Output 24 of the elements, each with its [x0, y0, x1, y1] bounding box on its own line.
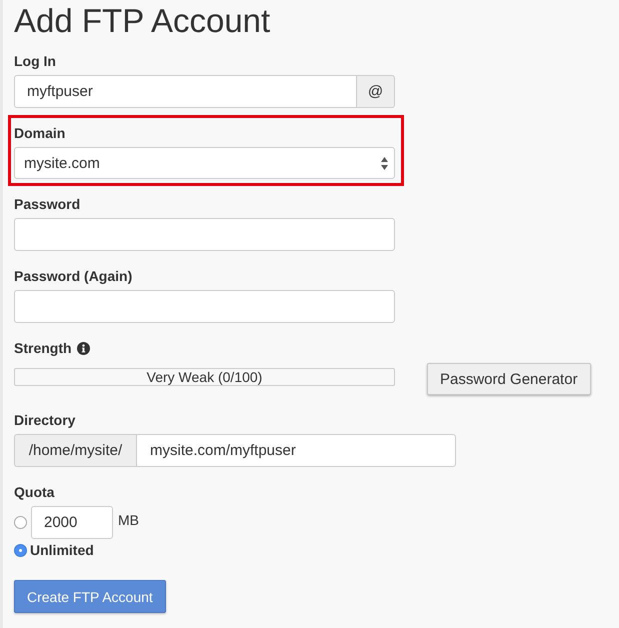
strength-text: Very Weak (0/100): [146, 369, 262, 385]
page-title: Add FTP Account: [14, 2, 270, 40]
at-addon: @: [357, 75, 395, 108]
info-icon[interactable]: [76, 342, 90, 354]
field-label: Domain: [14, 124, 66, 143]
unit-label: MB: [118, 512, 139, 528]
field-label: Password (Again): [14, 267, 132, 286]
password-generator-button[interactable]: Password Generator: [427, 363, 591, 395]
directory-prefix: /home/mysite/: [14, 434, 136, 467]
directory-field[interactable]: mysite.com/myftpuser: [136, 434, 456, 467]
unlimited-label[interactable]: Unlimited: [30, 542, 94, 558]
radio-button[interactable]: [14, 544, 27, 556]
field-label: Log In: [14, 52, 56, 71]
password-again-field[interactable]: [14, 290, 395, 323]
field-label: Directory: [14, 411, 76, 430]
field-label: Password: [14, 195, 80, 214]
radio-button[interactable]: [14, 516, 27, 529]
login-field[interactable]: myftpuser: [14, 75, 357, 108]
field-label: Strength: [14, 339, 72, 358]
domain-select[interactable]: mysite.com: [14, 147, 395, 179]
sort-caret-icon: [381, 156, 388, 170]
field-label: Quota: [14, 483, 54, 502]
quota-amount-field[interactable]: 2000: [31, 506, 113, 539]
password-field[interactable]: [14, 218, 395, 251]
